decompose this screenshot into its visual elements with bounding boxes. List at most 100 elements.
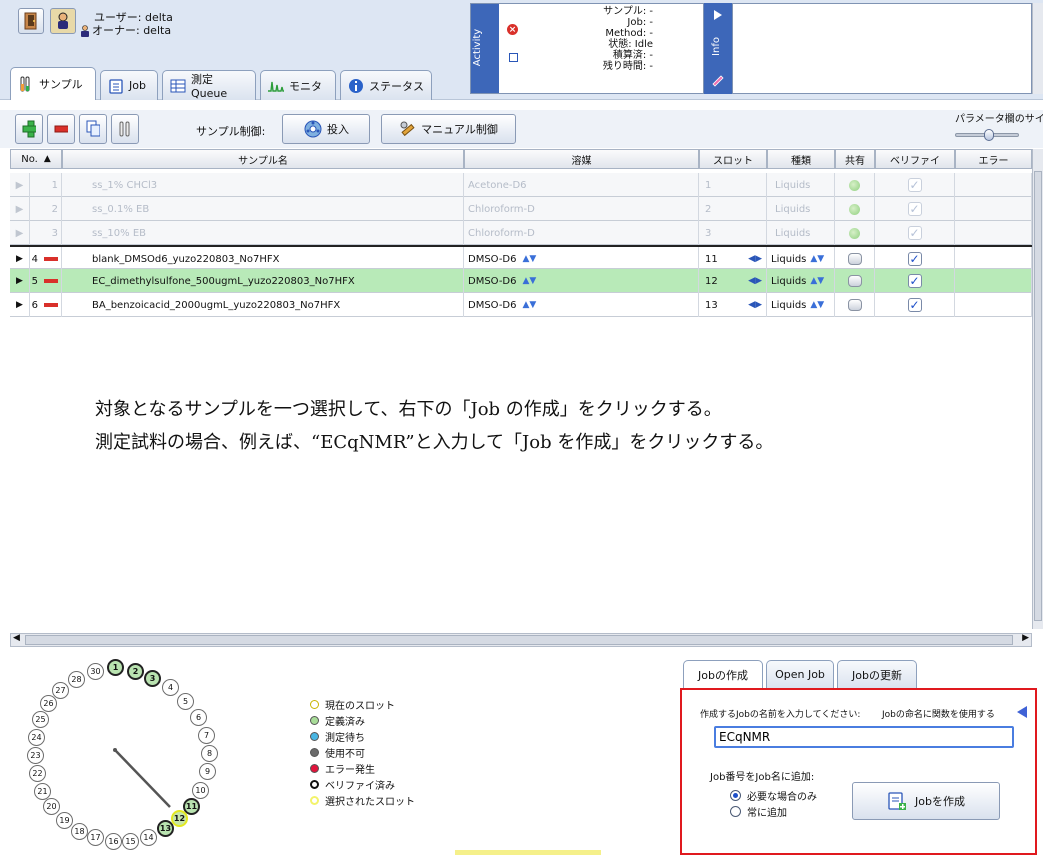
table-row[interactable]: ▶ 1 ss_1% CHCl3 Acetone-D6 1 Liquids ✓ bbox=[10, 173, 1032, 197]
create-job-button[interactable]: Jobを作成 bbox=[852, 782, 1000, 820]
wheel-slot[interactable]: 23 bbox=[27, 747, 44, 764]
tab-queue[interactable]: 測定Queue bbox=[162, 70, 256, 100]
spinner-arrows-icon[interactable]: ▲▼ bbox=[523, 254, 537, 264]
remove-row-icon[interactable] bbox=[44, 279, 58, 283]
user-button[interactable] bbox=[50, 8, 76, 34]
expand-arrow-icon[interactable]: ▶ bbox=[10, 173, 30, 197]
verify-checkbox[interactable]: ✓ bbox=[907, 178, 922, 192]
solvent[interactable]: DMSO-D6 bbox=[468, 254, 517, 265]
wheel-slot[interactable]: 7 bbox=[198, 727, 215, 744]
wheel-slot[interactable]: 21 bbox=[34, 783, 51, 800]
spinner-arrows-icon[interactable]: ▲▼ bbox=[810, 300, 824, 310]
column-header-shared[interactable]: 共有 bbox=[835, 149, 875, 169]
type[interactable]: Liquids bbox=[767, 197, 835, 221]
expand-arrow-icon[interactable]: ▶ bbox=[10, 293, 30, 317]
wheel-slot[interactable]: 30 bbox=[87, 663, 104, 680]
table-vertical-scrollbar[interactable] bbox=[1032, 149, 1043, 629]
wheel-slot[interactable]: 9 bbox=[199, 763, 216, 780]
wheel-slot[interactable]: 3 bbox=[144, 670, 161, 687]
table-row[interactable]: ▶ 2 ss_0.1% EB Chloroform-D 2 Liquids ✓ bbox=[10, 197, 1032, 221]
type[interactable]: Liquids bbox=[767, 221, 835, 245]
sample-name[interactable]: EC_dimethylsulfone_500ugmL_yuzo220803_No… bbox=[62, 269, 464, 293]
sample-tubes-button[interactable] bbox=[111, 114, 139, 144]
info-sidebar[interactable]: Info bbox=[704, 3, 732, 94]
add-sample-button[interactable] bbox=[15, 114, 43, 144]
option-needed-radio[interactable]: 必要な場合のみ bbox=[730, 788, 817, 803]
wheel-slot[interactable]: 26 bbox=[40, 695, 57, 712]
verify-checkbox[interactable]: ✓ bbox=[907, 202, 922, 216]
expand-arrow-icon[interactable]: ▶ bbox=[10, 247, 30, 271]
slider-handle[interactable] bbox=[984, 129, 994, 141]
sample-name[interactable]: blank_DMSOd6_yuzo220803_No7HFX bbox=[62, 247, 464, 271]
table-row[interactable]: ▶ 3 ss_10% EB Chloroform-D 3 Liquids ✓ bbox=[10, 221, 1032, 245]
job-name-input[interactable] bbox=[714, 726, 1014, 748]
slot[interactable]: 12 bbox=[705, 276, 718, 287]
slot-arrows-icon[interactable]: ◀▶ bbox=[748, 254, 762, 264]
column-header-slot[interactable]: スロット bbox=[699, 149, 767, 169]
wheel-slot[interactable]: 19 bbox=[56, 812, 73, 829]
sample-name[interactable]: ss_10% EB bbox=[62, 221, 464, 245]
solvent[interactable]: Chloroform-D bbox=[464, 197, 699, 221]
verify-checkbox[interactable]: ✓ bbox=[907, 298, 922, 312]
slot-arrows-icon[interactable]: ◀▶ bbox=[748, 300, 762, 310]
spinner-arrows-icon[interactable]: ▲▼ bbox=[523, 300, 537, 310]
shared-toggle[interactable] bbox=[847, 299, 862, 311]
param-size-slider[interactable] bbox=[955, 129, 1019, 141]
scroll-left-icon[interactable]: ◀ bbox=[13, 633, 20, 643]
wheel-slot[interactable]: 12 bbox=[171, 810, 188, 827]
sample-name[interactable]: BA_benzoicacid_2000ugmL_yuzo220803_No7HF… bbox=[62, 293, 464, 317]
sample-name[interactable]: ss_0.1% EB bbox=[62, 197, 464, 221]
wheel-slot[interactable]: 2 bbox=[127, 663, 144, 680]
sample-name[interactable]: ss_1% CHCl3 bbox=[62, 173, 464, 197]
column-header-verify[interactable]: ベリファイ bbox=[875, 149, 955, 169]
option-always-radio[interactable]: 常に追加 bbox=[730, 804, 787, 819]
slot[interactable]: 3 bbox=[699, 221, 767, 245]
wheel-slot[interactable]: 17 bbox=[87, 829, 104, 846]
tab-update-job[interactable]: Jobの更新 bbox=[837, 660, 917, 688]
shared-toggle[interactable] bbox=[847, 275, 862, 287]
column-header-error[interactable]: エラー bbox=[955, 149, 1032, 169]
solvent[interactable]: Acetone-D6 bbox=[464, 173, 699, 197]
submit-button[interactable]: 投入 bbox=[282, 114, 370, 144]
remove-row-icon[interactable] bbox=[44, 303, 58, 307]
type[interactable]: Liquids bbox=[771, 300, 806, 311]
column-header-solvent[interactable]: 溶媒 bbox=[464, 149, 699, 169]
table-row[interactable]: ▶ 5 EC_dimethylsulfone_500ugmL_yuzo22080… bbox=[10, 269, 1032, 293]
tab-create-job[interactable]: Jobの作成 bbox=[683, 660, 763, 688]
wheel-slot[interactable]: 6 bbox=[190, 709, 207, 726]
slot[interactable]: 13 bbox=[705, 300, 718, 311]
type[interactable]: Liquids bbox=[771, 254, 806, 265]
wheel-slot[interactable]: 10 bbox=[192, 782, 209, 799]
wheel-slot[interactable]: 28 bbox=[68, 671, 85, 688]
type[interactable]: Liquids bbox=[767, 173, 835, 197]
wheel-slot[interactable]: 16 bbox=[105, 833, 122, 850]
wheel-slot[interactable]: 15 bbox=[122, 833, 139, 850]
tab-monitor[interactable]: モニタ bbox=[260, 70, 336, 100]
triangle-left-icon[interactable] bbox=[1015, 705, 1029, 719]
expand-arrow-icon[interactable]: ▶ bbox=[10, 197, 30, 221]
table-horizontal-scrollbar[interactable]: ◀ ▶ bbox=[10, 633, 1032, 647]
shared-toggle[interactable] bbox=[847, 253, 862, 265]
solvent[interactable]: DMSO-D6 bbox=[468, 300, 517, 311]
slot[interactable]: 1 bbox=[699, 173, 767, 197]
column-header-no[interactable]: No. ▲ bbox=[10, 149, 62, 169]
tab-job[interactable]: Job bbox=[100, 70, 158, 100]
remove-row-icon[interactable] bbox=[44, 257, 58, 261]
activity-sidebar[interactable]: Activity bbox=[471, 4, 499, 93]
wheel-slot[interactable]: 5 bbox=[177, 693, 194, 710]
wheel-slot[interactable]: 18 bbox=[71, 823, 88, 840]
verify-checkbox[interactable]: ✓ bbox=[907, 226, 922, 240]
tab-status[interactable]: ステータス bbox=[340, 70, 432, 100]
wheel-slot[interactable]: 14 bbox=[140, 829, 157, 846]
table-row[interactable]: ▶ 4 blank_DMSOd6_yuzo220803_No7HFX DMSO-… bbox=[10, 245, 1032, 271]
scroll-right-icon[interactable]: ▶ bbox=[1022, 633, 1029, 643]
spinner-arrows-icon[interactable]: ▲▼ bbox=[810, 254, 824, 264]
wheel-slot[interactable]: 22 bbox=[29, 765, 46, 782]
expand-arrow-icon[interactable]: ▶ bbox=[10, 269, 30, 293]
wheel-slot[interactable]: 24 bbox=[28, 729, 45, 746]
table-row[interactable]: ▶ 6 BA_benzoicacid_2000ugmL_yuzo220803_N… bbox=[10, 293, 1032, 317]
logout-button[interactable] bbox=[18, 8, 44, 34]
wheel-slot[interactable]: 27 bbox=[52, 682, 69, 699]
manual-control-button[interactable]: マニュアル制御 bbox=[381, 114, 516, 144]
column-header-sample-name[interactable]: サンプル名 bbox=[62, 149, 464, 169]
